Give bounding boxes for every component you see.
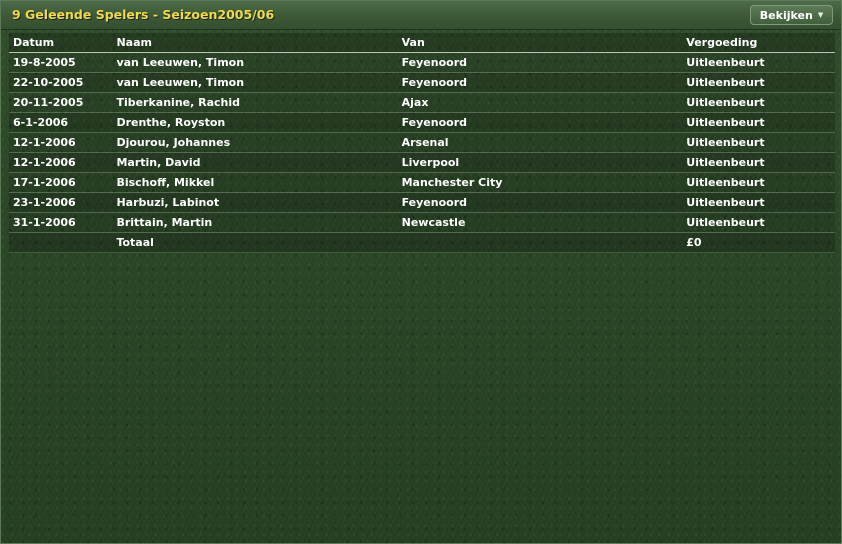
table-row[interactable]: 12-1-2006 Djourou, Johannes Arsenal Uitl… (9, 132, 835, 153)
cell-datum: 31-1-2006 (9, 212, 113, 233)
cell-van[interactable]: Feyenoord (397, 52, 683, 73)
chevron-down-icon: ▼ (817, 11, 824, 19)
cell-naam[interactable]: Tiberkanine, Rachid (112, 92, 398, 113)
cell-naam[interactable]: Bischoff, Mikkel (112, 172, 398, 193)
table-row[interactable]: 31-1-2006 Brittain, Martin Newcastle Uit… (9, 212, 835, 233)
cell-empty (9, 232, 113, 253)
table-row[interactable]: 12-1-2006 Martin, David Liverpool Uitlee… (9, 152, 835, 173)
cell-van[interactable]: Ajax (397, 92, 683, 113)
cell-naam[interactable]: Martin, David (112, 152, 398, 173)
cell-naam[interactable]: Brittain, Martin (112, 212, 398, 233)
cell-van[interactable]: Newcastle (397, 212, 683, 233)
total-row: Totaal £0 (9, 232, 835, 253)
column-header-naam[interactable]: Naam (112, 33, 398, 53)
table-row[interactable]: 23-1-2006 Harbuzi, Labinot Feyenoord Uit… (9, 192, 835, 213)
cell-naam[interactable]: van Leeuwen, Timon (112, 52, 398, 73)
table-row[interactable]: 20-11-2005 Tiberkanine, Rachid Ajax Uitl… (9, 92, 835, 113)
cell-vergoeding: Uitleenbeurt (682, 72, 835, 93)
cell-van[interactable]: Feyenoord (397, 112, 683, 133)
cell-datum: 23-1-2006 (9, 192, 113, 213)
column-header-vergoeding[interactable]: Vergoeding (682, 33, 835, 53)
cell-van[interactable]: Feyenoord (397, 72, 683, 93)
cell-datum: 22-10-2005 (9, 72, 113, 93)
cell-empty (397, 232, 683, 253)
table-row[interactable]: 22-10-2005 van Leeuwen, Timon Feyenoord … (9, 72, 835, 93)
loaned-players-table: Datum Naam Van Vergoeding 19-8-2005 van … (9, 33, 835, 253)
cell-van[interactable]: Feyenoord (397, 192, 683, 213)
panel-header: 9 Geleende Spelers - Seizoen2005/06 Beki… (1, 1, 841, 30)
cell-vergoeding: Uitleenbeurt (682, 172, 835, 193)
cell-datum: 12-1-2006 (9, 152, 113, 173)
column-header-datum[interactable]: Datum (9, 33, 113, 53)
cell-vergoeding: Uitleenbeurt (682, 212, 835, 233)
cell-vergoeding: Uitleenbeurt (682, 192, 835, 213)
cell-van[interactable]: Manchester City (397, 172, 683, 193)
cell-van[interactable]: Arsenal (397, 132, 683, 153)
cell-datum: 20-11-2005 (9, 92, 113, 113)
cell-vergoeding: Uitleenbeurt (682, 152, 835, 173)
cell-datum: 19-8-2005 (9, 52, 113, 73)
cell-vergoeding: Uitleenbeurt (682, 92, 835, 113)
cell-datum: 12-1-2006 (9, 132, 113, 153)
cell-naam[interactable]: Drenthe, Royston (112, 112, 398, 133)
panel-title: 9 Geleende Spelers - Seizoen2005/06 (12, 7, 275, 22)
table-row[interactable]: 6-1-2006 Drenthe, Royston Feyenoord Uitl… (9, 112, 835, 133)
cell-vergoeding: Uitleenbeurt (682, 112, 835, 133)
total-label: Totaal (112, 232, 398, 253)
loaned-players-panel: 9 Geleende Spelers - Seizoen2005/06 Beki… (0, 0, 842, 544)
cell-datum: 6-1-2006 (9, 112, 113, 133)
cell-datum: 17-1-2006 (9, 172, 113, 193)
cell-naam[interactable]: van Leeuwen, Timon (112, 72, 398, 93)
total-value: £0 (682, 232, 835, 253)
cell-van[interactable]: Liverpool (397, 152, 683, 173)
table-header-row: Datum Naam Van Vergoeding (9, 33, 835, 53)
cell-vergoeding: Uitleenbeurt (682, 132, 835, 153)
view-button-label: Bekijken (759, 8, 813, 22)
view-dropdown-button[interactable]: Bekijken ▼ (750, 5, 833, 25)
cell-vergoeding: Uitleenbeurt (682, 52, 835, 73)
column-header-van[interactable]: Van (397, 33, 683, 53)
table-row[interactable]: 19-8-2005 van Leeuwen, Timon Feyenoord U… (9, 52, 835, 73)
cell-naam[interactable]: Djourou, Johannes (112, 132, 398, 153)
table-row[interactable]: 17-1-2006 Bischoff, Mikkel Manchester Ci… (9, 172, 835, 193)
cell-naam[interactable]: Harbuzi, Labinot (112, 192, 398, 213)
